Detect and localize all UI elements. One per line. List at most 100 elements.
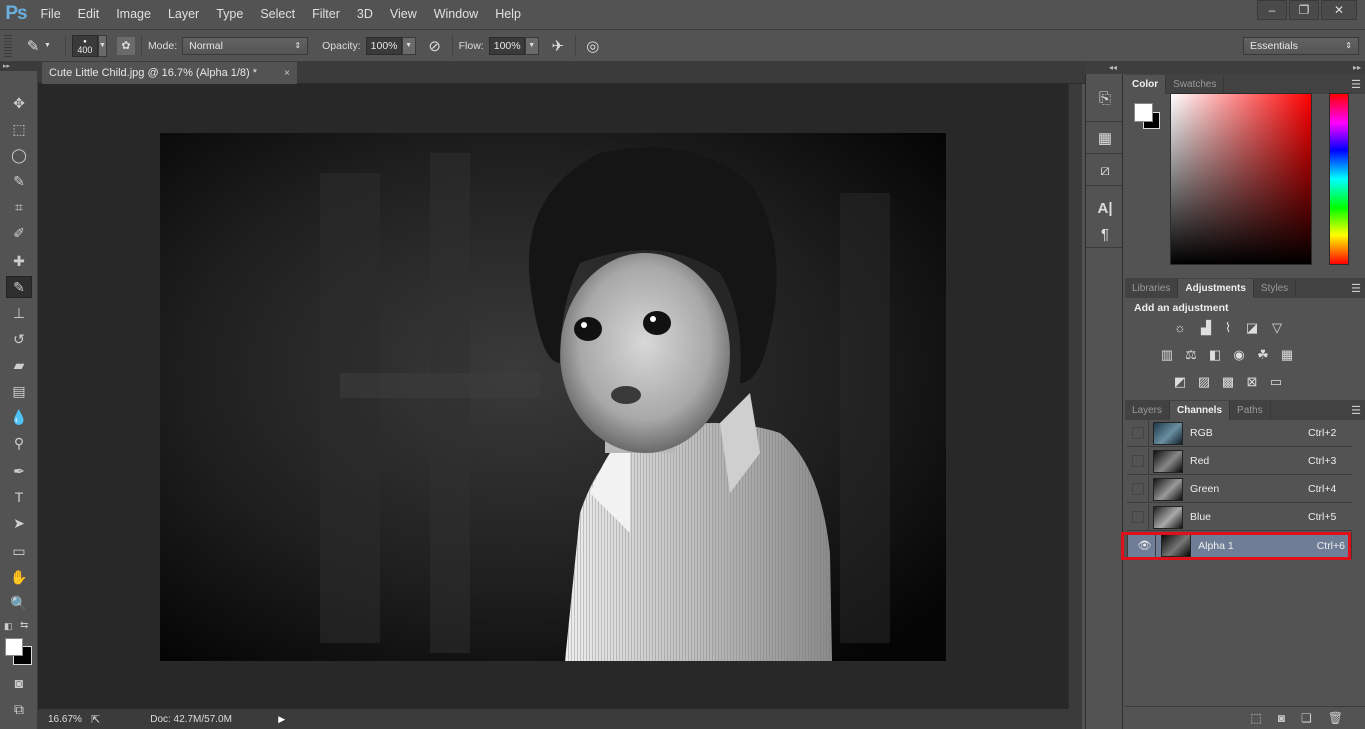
tab-adjustments[interactable]: Adjustments — [1178, 279, 1254, 298]
screen-mode-icon[interactable]: ⧉ — [6, 698, 32, 720]
photo-filter-icon[interactable]: ◉ — [1230, 347, 1248, 362]
visibility-toggle[interactable] — [1127, 503, 1149, 531]
options-bar-grip[interactable] — [4, 34, 12, 57]
lasso-tool[interactable]: ◯ — [6, 144, 32, 166]
tab-styles[interactable]: Styles — [1254, 279, 1297, 298]
channel-row-rgb[interactable]: RGB Ctrl+2 — [1127, 419, 1352, 447]
tab-paths[interactable]: Paths — [1230, 401, 1271, 420]
zoom-tool[interactable]: 🔍 — [6, 592, 32, 614]
history-brush-tool[interactable]: ↺ — [6, 328, 32, 350]
mode-select[interactable]: Normal ⇕ — [182, 36, 309, 55]
menu-help[interactable]: Help — [487, 7, 530, 21]
swap-colors-icon[interactable]: ⇆ — [20, 620, 28, 631]
delete-channel-icon[interactable]: 🗑 — [1328, 711, 1343, 725]
pressure-opacity-icon[interactable]: ⊘ — [424, 35, 446, 57]
menu-window[interactable]: Window — [425, 7, 486, 21]
collapse-dock-icon[interactable]: ◂◂ — [1109, 63, 1117, 72]
save-selection-icon[interactable]: ◙ — [1278, 711, 1285, 725]
move-tool[interactable]: ✥ — [6, 92, 32, 114]
tab-swatches[interactable]: Swatches — [1166, 75, 1225, 94]
menu-type[interactable]: Type — [208, 7, 252, 21]
menu-view[interactable]: View — [381, 7, 425, 21]
color-balance-icon[interactable]: ⚖ — [1182, 347, 1200, 362]
selective-color-icon[interactable]: ⊠ — [1243, 374, 1261, 389]
new-channel-icon[interactable]: ❏ — [1301, 711, 1312, 725]
levels-icon[interactable]: ▟ — [1197, 320, 1215, 335]
type-tool[interactable]: T — [6, 486, 32, 508]
tab-channels[interactable]: Channels — [1170, 401, 1231, 420]
share-icon[interactable]: ⇱ — [91, 713, 100, 726]
opacity-input[interactable]: 100% — [365, 36, 402, 55]
zoom-level[interactable]: 16.67% — [48, 714, 88, 725]
gradient-map-icon[interactable]: ▭ — [1267, 374, 1285, 389]
history-panel-icon[interactable]: ⎘ — [1094, 88, 1116, 108]
tab-color[interactable]: Color — [1125, 75, 1167, 94]
exposure-icon[interactable]: ◪ — [1243, 320, 1261, 335]
panel-menu-icon[interactable]: ☰ — [1351, 404, 1361, 417]
gradient-tool[interactable]: ▤ — [6, 380, 32, 402]
workspace-select[interactable]: Essentials ⇕ — [1243, 36, 1359, 55]
tab-layers[interactable]: Layers — [1125, 401, 1171, 420]
channel-row-blue[interactable]: Blue Ctrl+5 — [1127, 503, 1352, 531]
load-selection-icon[interactable]: ⬚ — [1250, 711, 1261, 725]
healing-brush-tool[interactable]: ✚ — [6, 250, 32, 272]
menu-layer[interactable]: Layer — [159, 7, 207, 21]
expand-panels-icon[interactable]: ▸▸ — [1353, 63, 1361, 72]
transform-panel-icon[interactable]: ⧄ — [1094, 160, 1116, 180]
pressure-size-icon[interactable]: ◎ — [582, 35, 604, 57]
vertical-scrollbar[interactable] — [1068, 84, 1082, 709]
blur-tool[interactable]: 💧 — [6, 406, 32, 428]
brightness-contrast-icon[interactable]: ☼ — [1171, 320, 1189, 335]
tab-libraries[interactable]: Libraries — [1125, 279, 1179, 298]
menu-filter[interactable]: Filter — [304, 7, 349, 21]
channel-row-red[interactable]: Red Ctrl+3 — [1127, 447, 1352, 475]
airbrush-icon[interactable]: ✈ — [547, 35, 569, 57]
brush-preset-icon[interactable]: ✎ — [22, 35, 44, 57]
rectangle-tool[interactable]: ▭ — [6, 540, 32, 562]
posterize-icon[interactable]: ▨ — [1195, 374, 1213, 389]
document-tab[interactable]: Cute Little Child.jpg @ 16.7% (Alpha 1/8… — [42, 62, 297, 84]
crop-tool[interactable]: ⌗ — [6, 196, 32, 218]
foreground-color-swatch[interactable] — [5, 638, 23, 656]
threshold-icon[interactable]: ▩ — [1219, 374, 1237, 389]
paragraph-panel-icon[interactable]: ¶ — [1094, 224, 1116, 244]
visibility-toggle[interactable] — [1127, 475, 1149, 503]
menu-edit[interactable]: Edit — [69, 7, 108, 21]
marquee-tool[interactable]: ⬚ — [6, 118, 32, 140]
close-button[interactable]: ✕ — [1321, 0, 1357, 20]
opacity-slider-button[interactable]: ▼ — [401, 36, 416, 55]
quick-mask-icon[interactable]: ◙ — [6, 672, 32, 694]
flow-slider-button[interactable]: ▼ — [524, 36, 539, 55]
eyedropper-tool[interactable]: ✐ — [6, 222, 32, 244]
properties-panel-icon[interactable]: ▦ — [1094, 128, 1116, 148]
channel-mixer-icon[interactable]: ☘ — [1254, 347, 1272, 362]
brush-tool[interactable]: ✎ — [6, 276, 32, 298]
panel-menu-icon[interactable]: ☰ — [1351, 78, 1361, 91]
invert-icon[interactable]: ◩ — [1171, 374, 1189, 389]
eraser-tool[interactable]: ▰ — [6, 354, 32, 376]
channel-row-green[interactable]: Green Ctrl+4 — [1127, 475, 1352, 503]
path-selection-tool[interactable]: ➤ — [6, 512, 32, 534]
brush-panel-toggle-icon[interactable]: ✿ — [116, 36, 135, 55]
color-lookup-icon[interactable]: ▦ — [1278, 347, 1296, 362]
menu-3d[interactable]: 3D — [348, 7, 381, 21]
foreground-color-chip[interactable] — [1134, 103, 1153, 122]
brush-size-picker[interactable]: ● 400 ▼ — [71, 34, 107, 57]
default-colors-icon[interactable]: ◧ — [4, 621, 13, 632]
minimize-button[interactable]: – — [1257, 0, 1287, 20]
saturation-value-picker[interactable] — [1170, 93, 1312, 265]
character-panel-icon[interactable]: A| — [1094, 198, 1116, 218]
document-image[interactable] — [160, 133, 946, 661]
black-white-icon[interactable]: ◧ — [1206, 347, 1224, 362]
menu-file[interactable]: File — [32, 7, 69, 21]
menu-select[interactable]: Select — [252, 7, 304, 21]
visibility-toggle[interactable] — [1127, 419, 1149, 447]
hue-slider[interactable] — [1329, 93, 1349, 265]
close-tab-icon[interactable]: × — [284, 68, 290, 79]
status-menu-arrow-icon[interactable]: ▶ — [278, 714, 285, 725]
brush-size-dropdown[interactable]: ▼ — [97, 34, 107, 57]
vibrance-icon[interactable]: ▽ — [1268, 320, 1286, 335]
hand-tool[interactable]: ✋ — [6, 566, 32, 588]
panel-menu-icon[interactable]: ☰ — [1351, 282, 1361, 295]
flow-input[interactable]: 100% — [488, 36, 525, 55]
